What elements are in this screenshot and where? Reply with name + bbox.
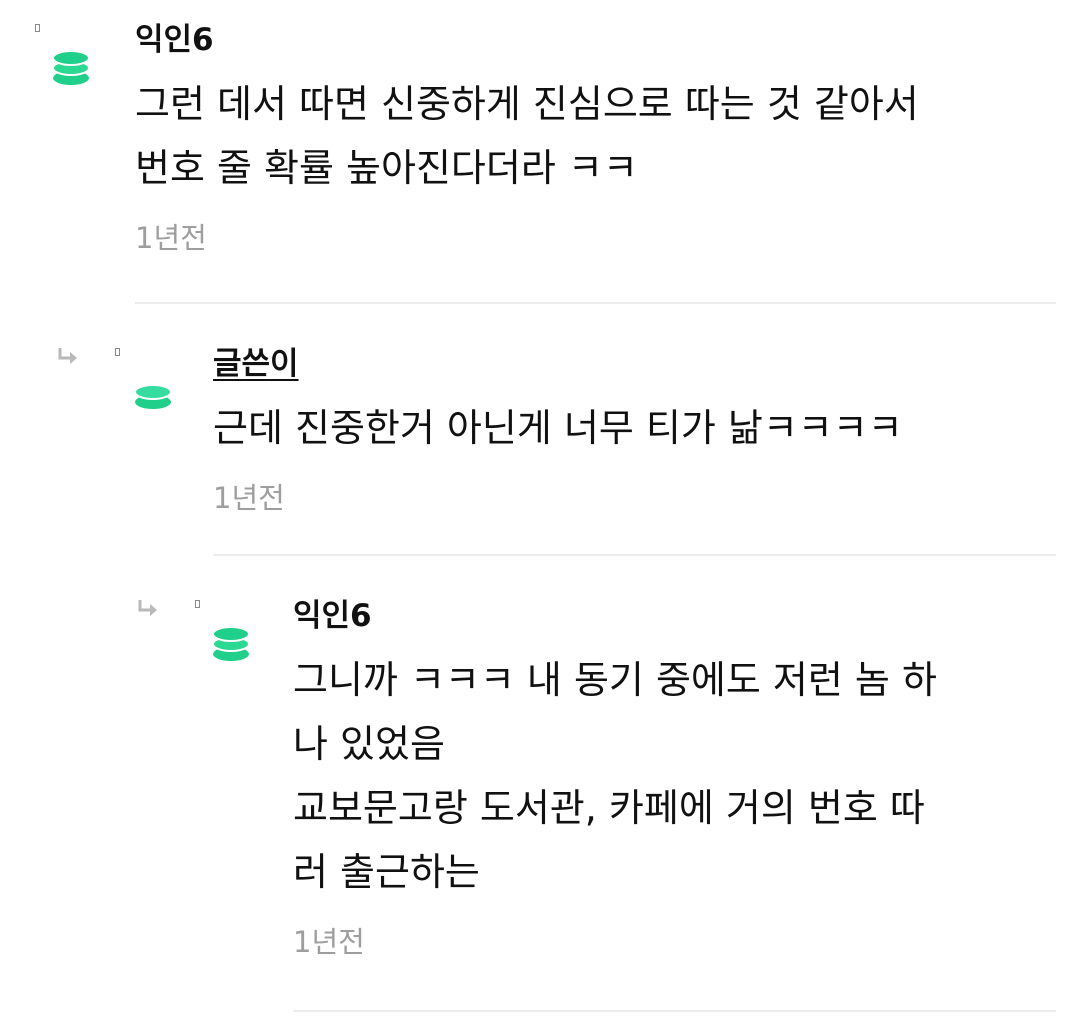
comment-timestamp: 1년전 — [213, 481, 285, 515]
reply-arrow-icon — [138, 600, 157, 616]
reply-comment: 글쓴이 근데 진중한거 아닌게 너무 티가 낢ㅋㅋㅋㅋ 1년전 — [58, 344, 1056, 556]
comment-timestamp: 1년전 — [135, 221, 207, 255]
comment-content-line: 근데 진중한거 아닌게 너무 티가 낢ㅋㅋㅋㅋ — [213, 406, 903, 450]
comment-marker-icon — [35, 24, 40, 32]
comment-content-line: 러 출근하는 — [293, 850, 480, 894]
comment-content: 근데 진중한거 아닌게 너무 티가 낢ㅋㅋㅋㅋ — [213, 396, 1056, 460]
comment-content-line: 교보문고랑 도서관, 카페에 거의 번호 따 — [293, 786, 925, 830]
comment-author[interactable]: 익인6 — [293, 596, 1056, 636]
comment-content-line: 나 있었음 — [293, 722, 445, 766]
comment-author[interactable]: 익인6 — [135, 20, 1056, 60]
comment-content: 그니까 ㅋㅋㅋ 내 동기 중에도 저런 놈 하 나 있었음 교보문고랑 도서관,… — [293, 648, 1056, 904]
comment-marker-icon — [115, 348, 120, 356]
comment-content-line: 그니까 ㅋㅋㅋ 내 동기 중에도 저런 놈 하 — [293, 658, 937, 702]
comment-content: 그런 데서 따면 신중하게 진심으로 따는 것 같아서 번호 줄 확률 높아진다… — [135, 72, 1056, 200]
comment: 익인6 그런 데서 따면 신중하게 진심으로 따는 것 같아서 번호 줄 확률 … — [35, 20, 1056, 304]
reply-comment: 익인6 그니까 ㅋㅋㅋ 내 동기 중에도 저런 놈 하 나 있었음 교보문고랑 … — [138, 596, 1056, 1012]
avatar-icon[interactable] — [47, 42, 95, 90]
comment-marker-icon — [195, 600, 200, 608]
comment-content-line: 그런 데서 따면 신중하게 진심으로 따는 것 같아서 — [135, 82, 919, 126]
reply-arrow-icon — [58, 348, 77, 364]
avatar-icon[interactable] — [207, 618, 255, 666]
comment-content-line: 번호 줄 확률 높아진다더라 ㅋㅋ — [135, 146, 638, 190]
avatar-icon[interactable] — [129, 366, 177, 414]
comment-timestamp: 1년전 — [293, 925, 365, 959]
comment-author-op[interactable]: 글쓴이 — [213, 344, 1056, 384]
